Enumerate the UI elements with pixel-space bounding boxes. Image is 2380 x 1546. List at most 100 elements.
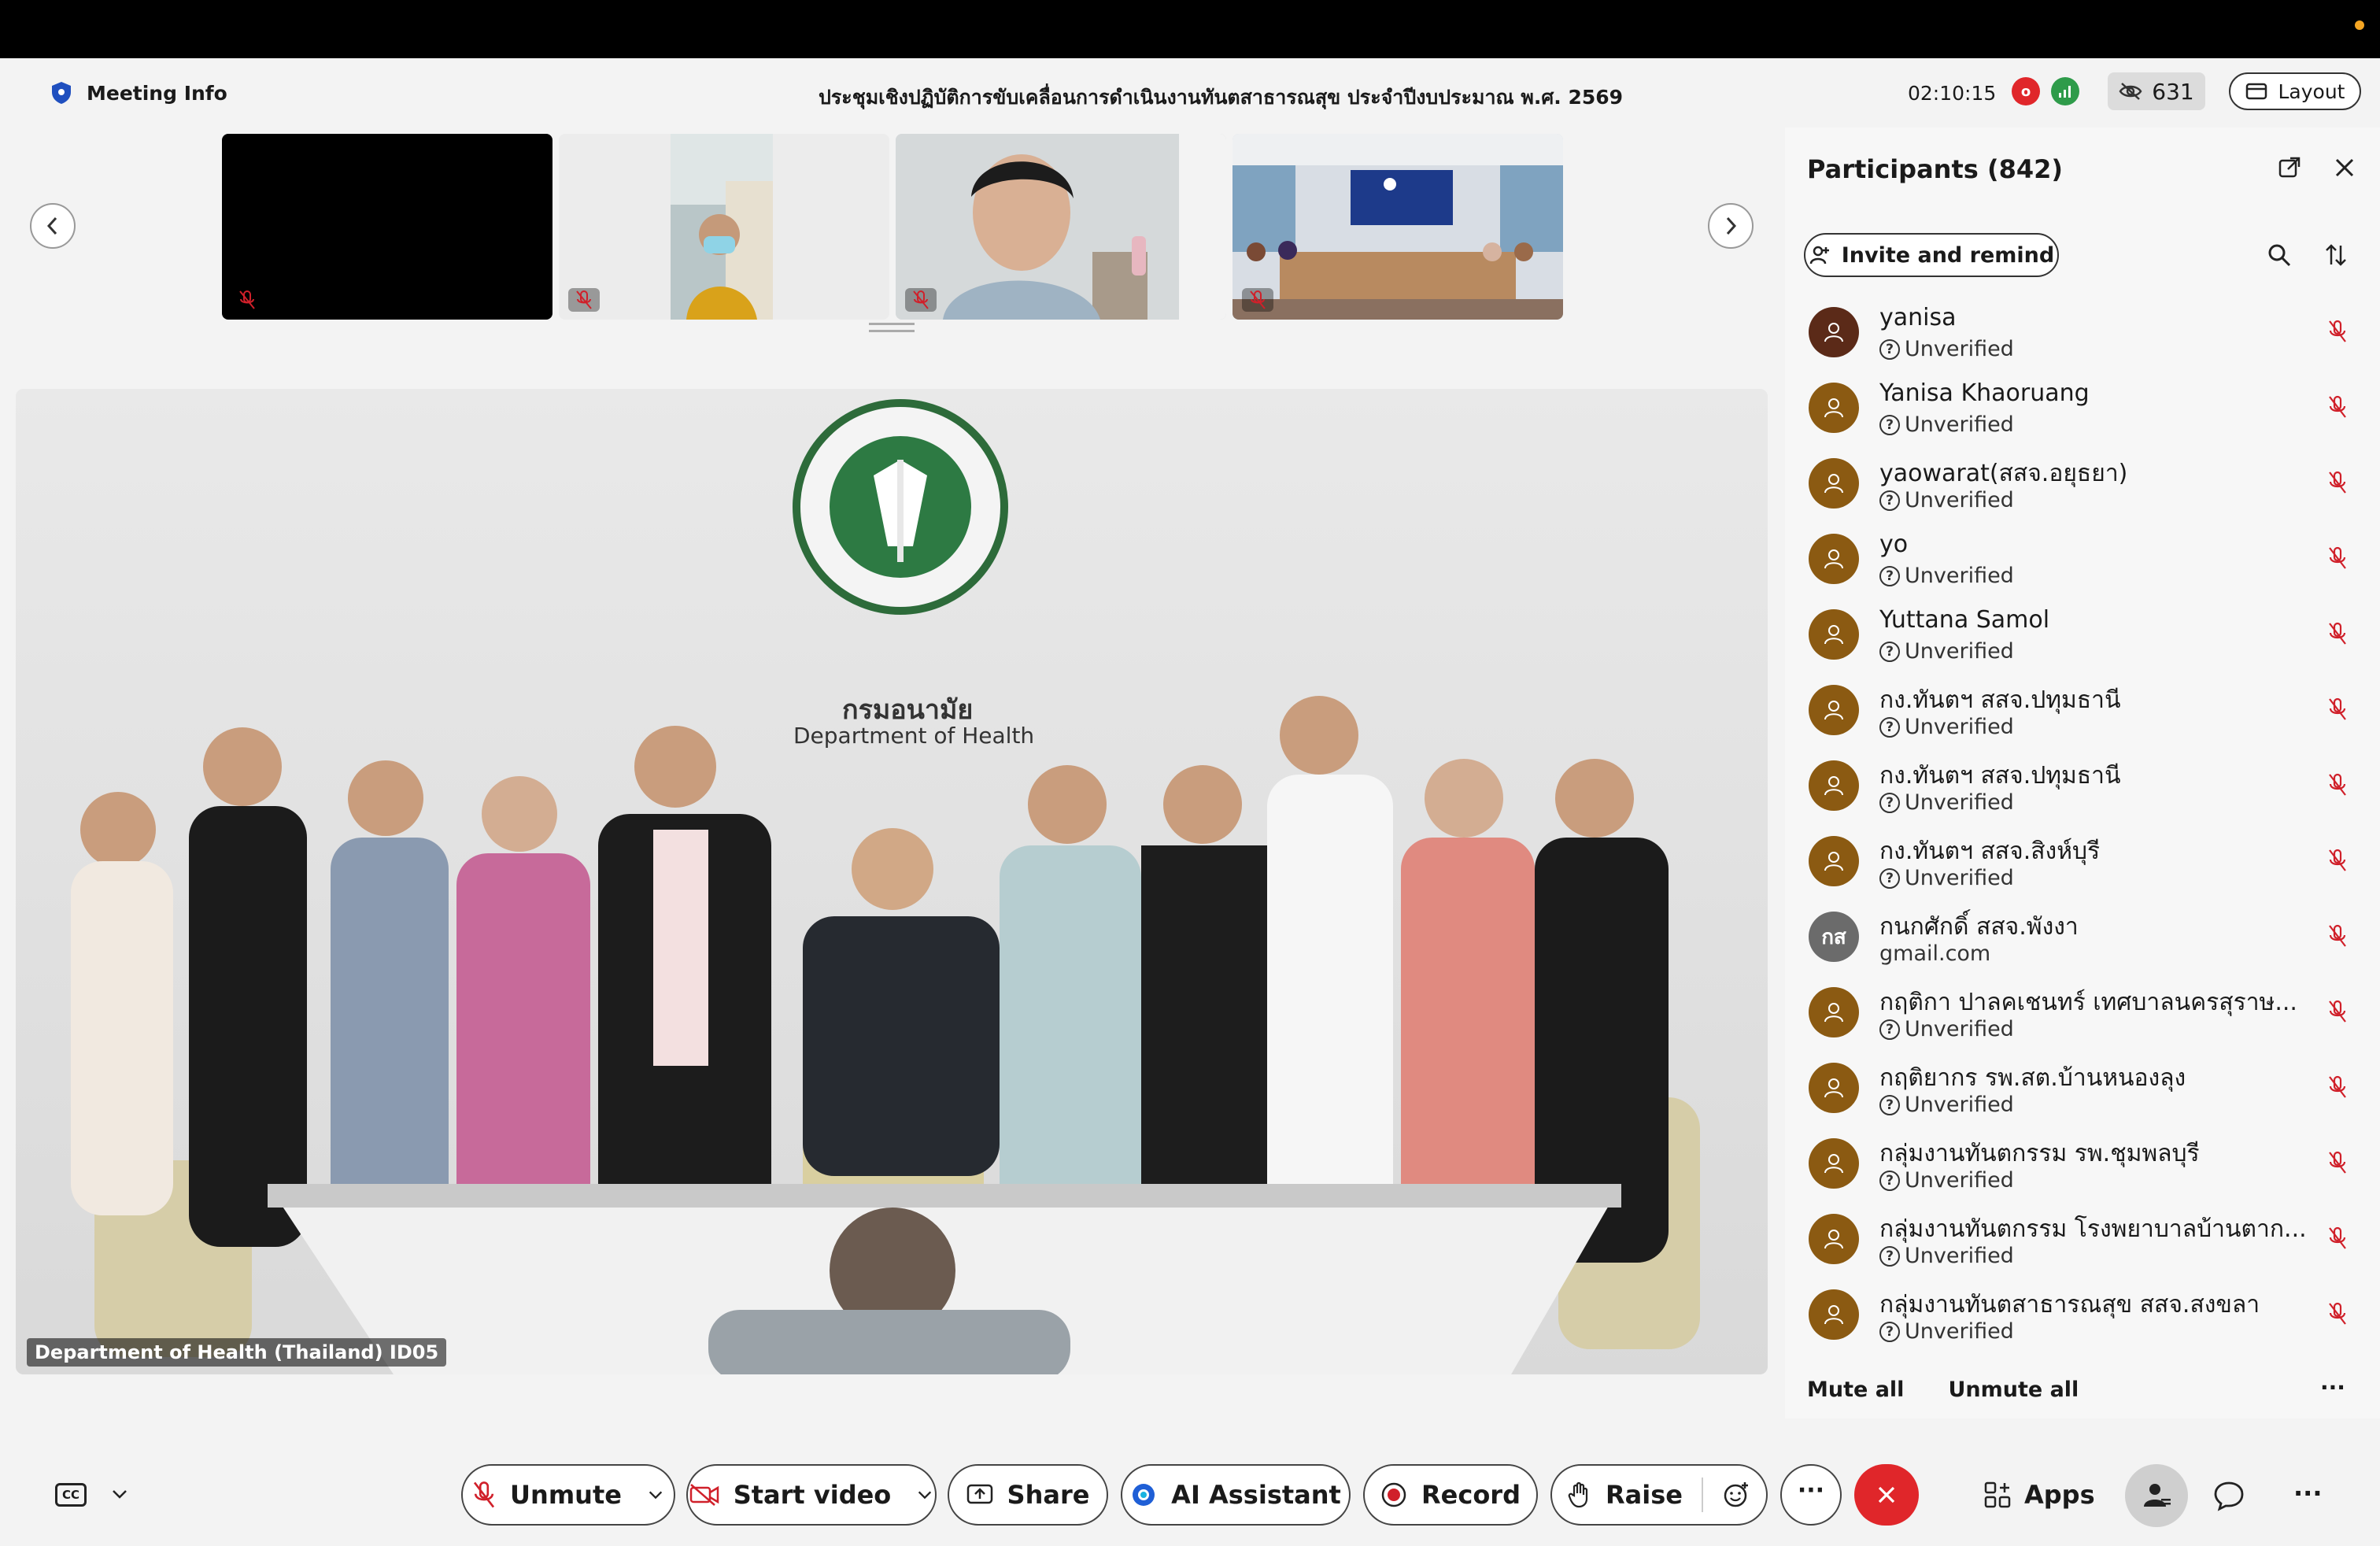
- panel-more-icon[interactable]: ···: [2320, 1374, 2345, 1400]
- participant-status: Unverified: [1905, 1319, 2014, 1344]
- captions-button[interactable]: CC: [55, 1483, 87, 1507]
- participant-status: Unverified: [1905, 412, 2014, 437]
- active-speaker-video[interactable]: กรมอนามัย Department of Health Departmen…: [16, 389, 1768, 1374]
- mic-muted-icon[interactable]: [2328, 1151, 2347, 1174]
- question-icon: ?: [1879, 792, 1900, 813]
- participant-name: กฤติยากร รพ.สต.บ้านหนองลุง: [1879, 1064, 2186, 1092]
- search-icon[interactable]: [2267, 242, 2292, 268]
- question-icon: ?: [1879, 338, 1900, 360]
- mic-muted-icon[interactable]: [2328, 1302, 2347, 1326]
- mic-muted-icon[interactable]: [2328, 1000, 2347, 1023]
- participant-row[interactable]: กง.ทันตฯ สสจ.ปทุมธานี ? Unverified: [1785, 671, 2380, 746]
- mic-muted-icon[interactable]: [2328, 320, 2347, 343]
- start-video-button[interactable]: Start video: [686, 1464, 937, 1526]
- participant-status: gmail.com: [1879, 941, 1991, 966]
- mic-muted-icon[interactable]: [2328, 1075, 2347, 1099]
- person-icon: [1809, 836, 1859, 886]
- participant-row[interactable]: Yuttana Samol ? Unverified: [1785, 595, 2380, 671]
- mic-muted-icon: [568, 288, 600, 312]
- participant-row[interactable]: กลุ่มงานทันตกรรม รพ.ชุมพลบุรี ? Unverifie…: [1785, 1124, 2380, 1200]
- recording-indicator[interactable]: o: [2012, 77, 2040, 105]
- participant-thumbnail[interactable]: [559, 134, 889, 320]
- video-filmstrip: [0, 128, 1785, 340]
- mic-muted-icon[interactable]: [2328, 697, 2347, 721]
- filmstrip-resize-handle[interactable]: [869, 323, 915, 332]
- raise-hand-button[interactable]: Raise: [1550, 1464, 1768, 1526]
- person-icon: [1809, 1138, 1859, 1189]
- chevron-left-icon: [46, 216, 57, 235]
- participant-status: Unverified: [1905, 564, 2014, 588]
- network-stats-icon[interactable]: [2051, 77, 2079, 105]
- participant-row[interactable]: yaowarat(สสจ.อยุธยา) ? Unverified: [1785, 444, 2380, 520]
- start-video-label: Start video: [733, 1480, 892, 1510]
- layout-icon: [2245, 83, 2267, 100]
- filmstrip-prev-button[interactable]: [30, 203, 76, 249]
- participant-thumbnail[interactable]: [896, 134, 1226, 320]
- mic-muted-icon[interactable]: [2328, 622, 2347, 645]
- participant-row[interactable]: กฤติยากร รพ.สต.บ้านหนองลุง ? Unverified: [1785, 1049, 2380, 1124]
- participant-row[interactable]: กง.ทันตฯ สสจ.ปทุมธานี ? Unverified: [1785, 746, 2380, 822]
- mic-muted-icon[interactable]: [2328, 546, 2347, 570]
- participant-name: กฤติกา ปาลคเชนทร์ เทศบาลนครสุราษ...: [1879, 989, 2297, 1016]
- mic-muted-icon[interactable]: [2328, 773, 2347, 797]
- mic-muted-icon[interactable]: [2328, 395, 2347, 419]
- layout-button[interactable]: Layout: [2229, 72, 2361, 110]
- question-icon: ?: [1879, 565, 1900, 586]
- participant-status: Unverified: [1905, 488, 2014, 512]
- mute-all-button[interactable]: Mute all: [1807, 1378, 1904, 1402]
- participant-name: กลุ่มงานทันตกรรม โรงพยาบาลบ้านตาก...: [1879, 1215, 2307, 1243]
- hidden-viewers-button[interactable]: 631: [2108, 72, 2205, 110]
- person-icon: [1809, 307, 1859, 357]
- close-icon[interactable]: [2333, 156, 2356, 179]
- more-options-button[interactable]: ···: [1780, 1464, 1842, 1526]
- unmute-button[interactable]: Unmute: [461, 1464, 675, 1526]
- video-frame: [896, 134, 1226, 320]
- meeting-timer: 02:10:15: [1908, 82, 1997, 105]
- mic-muted-icon[interactable]: [2328, 924, 2347, 948]
- participants-toggle-button[interactable]: [2125, 1464, 2188, 1527]
- participant-row[interactable]: กลุ่มงานทันตสาธารณสุข สสจ.สงขลา ? Unverif…: [1785, 1275, 2380, 1351]
- ai-assistant-icon: [1133, 1484, 1155, 1506]
- participant-thumbnail[interactable]: [222, 134, 552, 320]
- question-icon: ?: [1879, 1094, 1900, 1115]
- invite-and-remind-button[interactable]: Invite and remind: [1804, 233, 2059, 277]
- chat-icon[interactable]: [2213, 1480, 2245, 1511]
- participant-row[interactable]: กง.ทันตฯ สสจ.สิงห์บุรี ? Unverified: [1785, 822, 2380, 897]
- participant-row[interactable]: yanisa ? Unverified: [1785, 293, 2380, 368]
- layout-label: Layout: [2278, 80, 2345, 103]
- chevron-down-icon[interactable]: [110, 1485, 129, 1503]
- record-button[interactable]: Record: [1363, 1464, 1538, 1526]
- mic-muted-icon[interactable]: [2328, 471, 2347, 494]
- participant-row[interactable]: yo ? Unverified: [1785, 520, 2380, 595]
- filmstrip-next-button[interactable]: [1708, 203, 1754, 249]
- initials-avatar: กส: [1809, 912, 1859, 962]
- sort-icon[interactable]: [2323, 242, 2349, 268]
- meeting-info-button[interactable]: Meeting Info: [50, 80, 227, 105]
- unmute-label: Unmute: [510, 1480, 622, 1510]
- person-icon: [1809, 383, 1859, 433]
- pop-out-icon[interactable]: [2278, 156, 2301, 179]
- apps-button[interactable]: Apps: [1983, 1480, 2095, 1510]
- question-icon: ?: [1879, 1245, 1900, 1267]
- ai-assistant-button[interactable]: AI Assistant: [1121, 1464, 1351, 1526]
- hand-icon: [1568, 1481, 1588, 1508]
- participant-row[interactable]: กส กนกศักดิ์ สสจ.พังงา gmail.com: [1785, 897, 2380, 973]
- chevron-down-icon[interactable]: [916, 1486, 933, 1503]
- mic-muted-icon[interactable]: [2328, 849, 2347, 872]
- participant-row[interactable]: Yanisa Khaoruang ? Unverified: [1785, 368, 2380, 444]
- person-icon: [1809, 1214, 1859, 1264]
- reactions-icon[interactable]: [1722, 1481, 1750, 1509]
- unmute-all-button[interactable]: Unmute all: [1948, 1378, 2079, 1402]
- share-screen-icon: [966, 1484, 992, 1504]
- leave-meeting-button[interactable]: [1854, 1464, 1919, 1526]
- chevron-down-icon[interactable]: [647, 1486, 664, 1503]
- more-icon[interactable]: ···: [2293, 1478, 2322, 1508]
- participant-row[interactable]: กลุ่มงานทันตกรรม โรงพยาบาลบ้านตาก... ? Un…: [1785, 1200, 2380, 1275]
- question-icon: ?: [1879, 414, 1900, 435]
- participant-thumbnail[interactable]: [1232, 134, 1563, 320]
- participant-row[interactable]: กฤติกา ปาลคเชนทร์ เทศบาลนครสุราษ... ? Unv…: [1785, 973, 2380, 1049]
- share-button[interactable]: Share: [948, 1464, 1108, 1526]
- person-icon: [1809, 987, 1859, 1037]
- mic-muted-icon[interactable]: [2328, 1226, 2347, 1250]
- participants-icon: [2144, 1484, 2171, 1507]
